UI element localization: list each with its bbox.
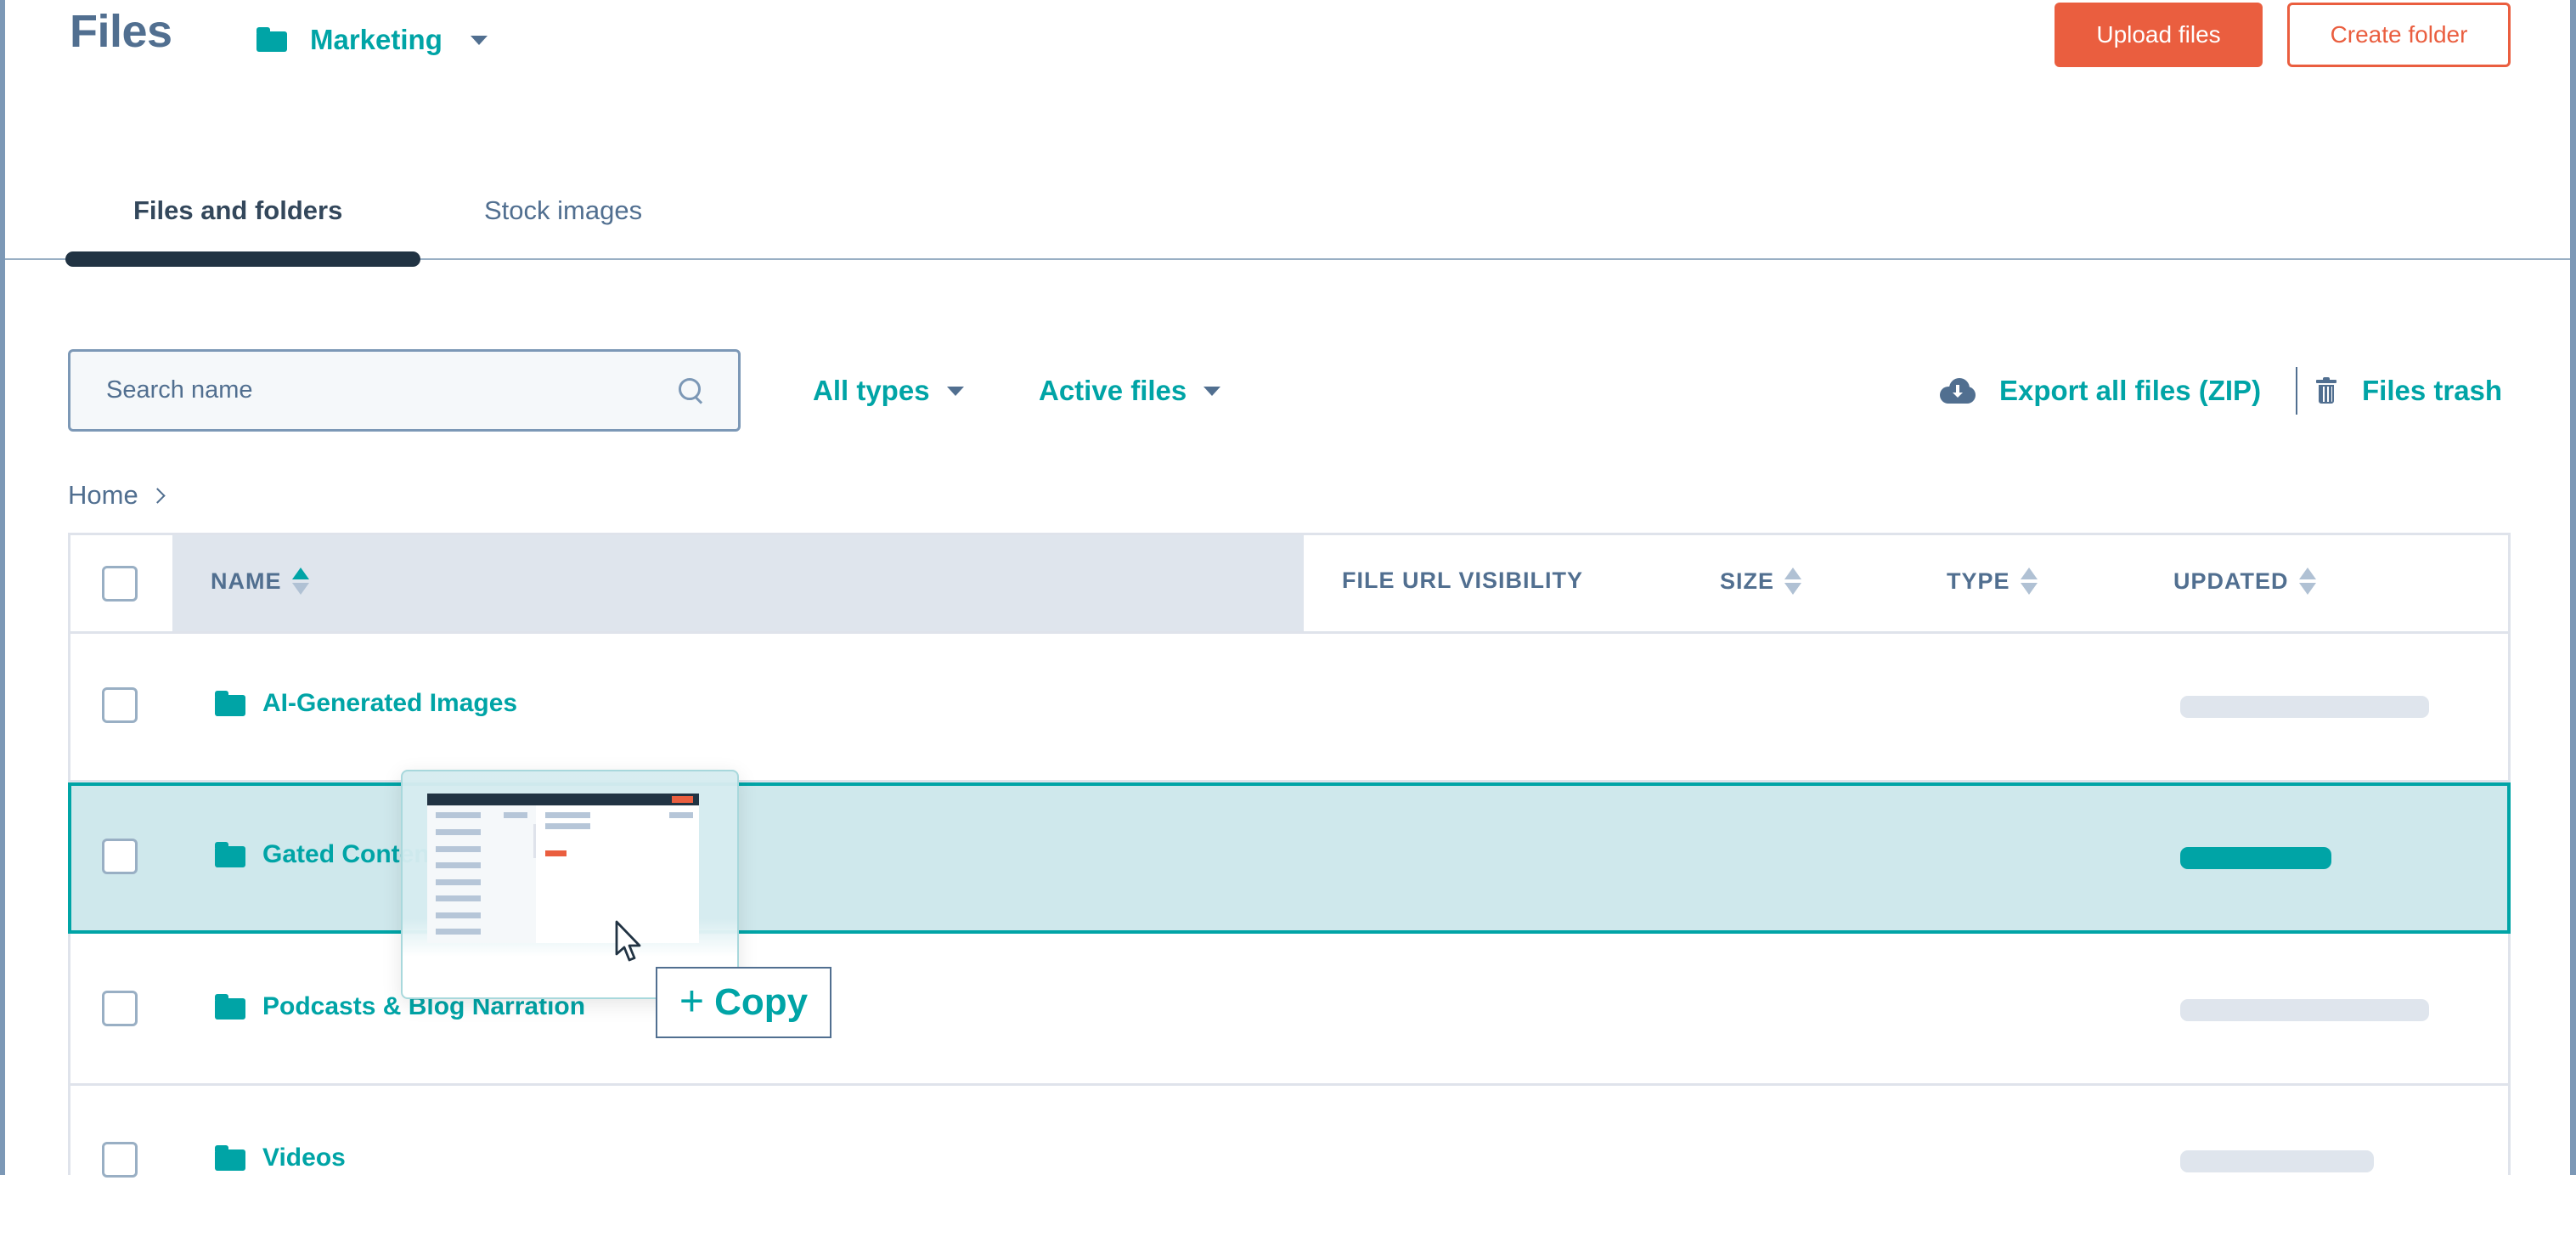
folder-name: AI-Generated Images [262, 689, 518, 717]
updated-placeholder [2180, 999, 2429, 1021]
table-row[interactable]: AI-Generated Images [70, 631, 2508, 782]
updated-placeholder [2180, 847, 2331, 869]
create-folder-button[interactable]: Create folder [2287, 3, 2511, 67]
export-label: Export all files (ZIP) [1999, 375, 2262, 406]
column-header-updated[interactable]: UPDATED [2173, 568, 2316, 595]
window-left-edge [0, 0, 5, 1175]
sort-icon [2298, 568, 2316, 595]
row-checkbox[interactable] [102, 991, 138, 1026]
drop-action-badge: + Copy [656, 967, 831, 1038]
active-tab-indicator [65, 251, 420, 267]
type-filter-label: All types [813, 375, 930, 406]
sort-ascending-icon [291, 568, 309, 595]
files-trash-label: Files trash [2362, 375, 2503, 406]
row-checkbox[interactable] [102, 687, 138, 723]
column-header-name-label: NAME [211, 568, 282, 594]
column-header-type-label: TYPE [1947, 568, 2010, 594]
column-header-file-url-visibility-label: FILE URL VISIBILITY [1342, 568, 1584, 593]
breadcrumb: Home [68, 480, 166, 511]
folder-icon [215, 691, 245, 716]
column-header-type[interactable]: TYPE [1947, 568, 2038, 595]
name-column-highlight [172, 535, 1304, 631]
folder-link[interactable]: AI-Generated Images [215, 689, 517, 718]
window-right-edge [2570, 0, 2576, 1175]
chevron-right-icon [149, 487, 166, 504]
search-input[interactable] [104, 376, 677, 405]
folder-icon [215, 842, 245, 867]
updated-placeholder [2180, 696, 2429, 718]
folder-switcher[interactable]: Marketing [256, 19, 488, 61]
sort-icon [2020, 568, 2038, 595]
caret-down-icon [470, 35, 488, 45]
tab-stock-images[interactable]: Stock images [484, 195, 642, 226]
row-checkbox[interactable] [102, 839, 138, 874]
mouse-pointer-icon [615, 920, 641, 962]
search-field[interactable] [68, 349, 741, 432]
select-all-checkbox[interactable] [102, 566, 138, 602]
folder-icon [215, 994, 245, 1020]
caret-down-icon [946, 386, 964, 396]
breadcrumb-home[interactable]: Home [68, 480, 138, 511]
caret-down-icon [1203, 386, 1221, 396]
trash-icon [2316, 377, 2336, 404]
cloud-download-icon [1940, 378, 1976, 404]
folder-link[interactable]: Videos [215, 1144, 346, 1172]
table-row[interactable]: Videos [70, 1086, 2508, 1237]
folder-name: Videos [262, 1144, 346, 1172]
updated-placeholder [2180, 1150, 2374, 1172]
upload-files-button[interactable]: Upload files [2055, 3, 2263, 67]
page-title: Files [70, 6, 172, 57]
tab-files-and-folders[interactable]: Files and folders [133, 195, 342, 226]
drag-preview-card [401, 770, 739, 999]
column-header-size[interactable]: SIZE [1720, 568, 1802, 595]
sort-icon [1784, 568, 1802, 595]
status-filter-dropdown[interactable]: Active files [1039, 371, 1221, 410]
column-header-name[interactable]: NAME [211, 568, 309, 595]
table-header: NAME FILE URL VISIBILITY SIZE TYPE UPDAT… [70, 535, 2508, 634]
type-filter-dropdown[interactable]: All types [813, 371, 964, 410]
row-checkbox[interactable] [102, 1142, 138, 1178]
files-trash-link[interactable]: Files trash [2316, 371, 2502, 410]
search-icon[interactable] [677, 376, 706, 405]
folder-icon [256, 27, 287, 52]
folder-icon [215, 1145, 245, 1171]
column-header-file-url-visibility: FILE URL VISIBILITY [1342, 568, 1583, 594]
plus-icon: + [679, 977, 705, 1025]
file-thumbnail [427, 794, 699, 943]
folder-switcher-label: Marketing [310, 24, 442, 55]
export-all-files-link[interactable]: Export all files (ZIP) [1940, 371, 2261, 410]
drop-action-label: Copy [714, 981, 809, 1023]
column-header-size-label: SIZE [1720, 568, 1775, 594]
toolbar-divider [2296, 367, 2297, 415]
column-header-updated-label: UPDATED [2173, 568, 2289, 594]
status-filter-label: Active files [1039, 375, 1187, 406]
